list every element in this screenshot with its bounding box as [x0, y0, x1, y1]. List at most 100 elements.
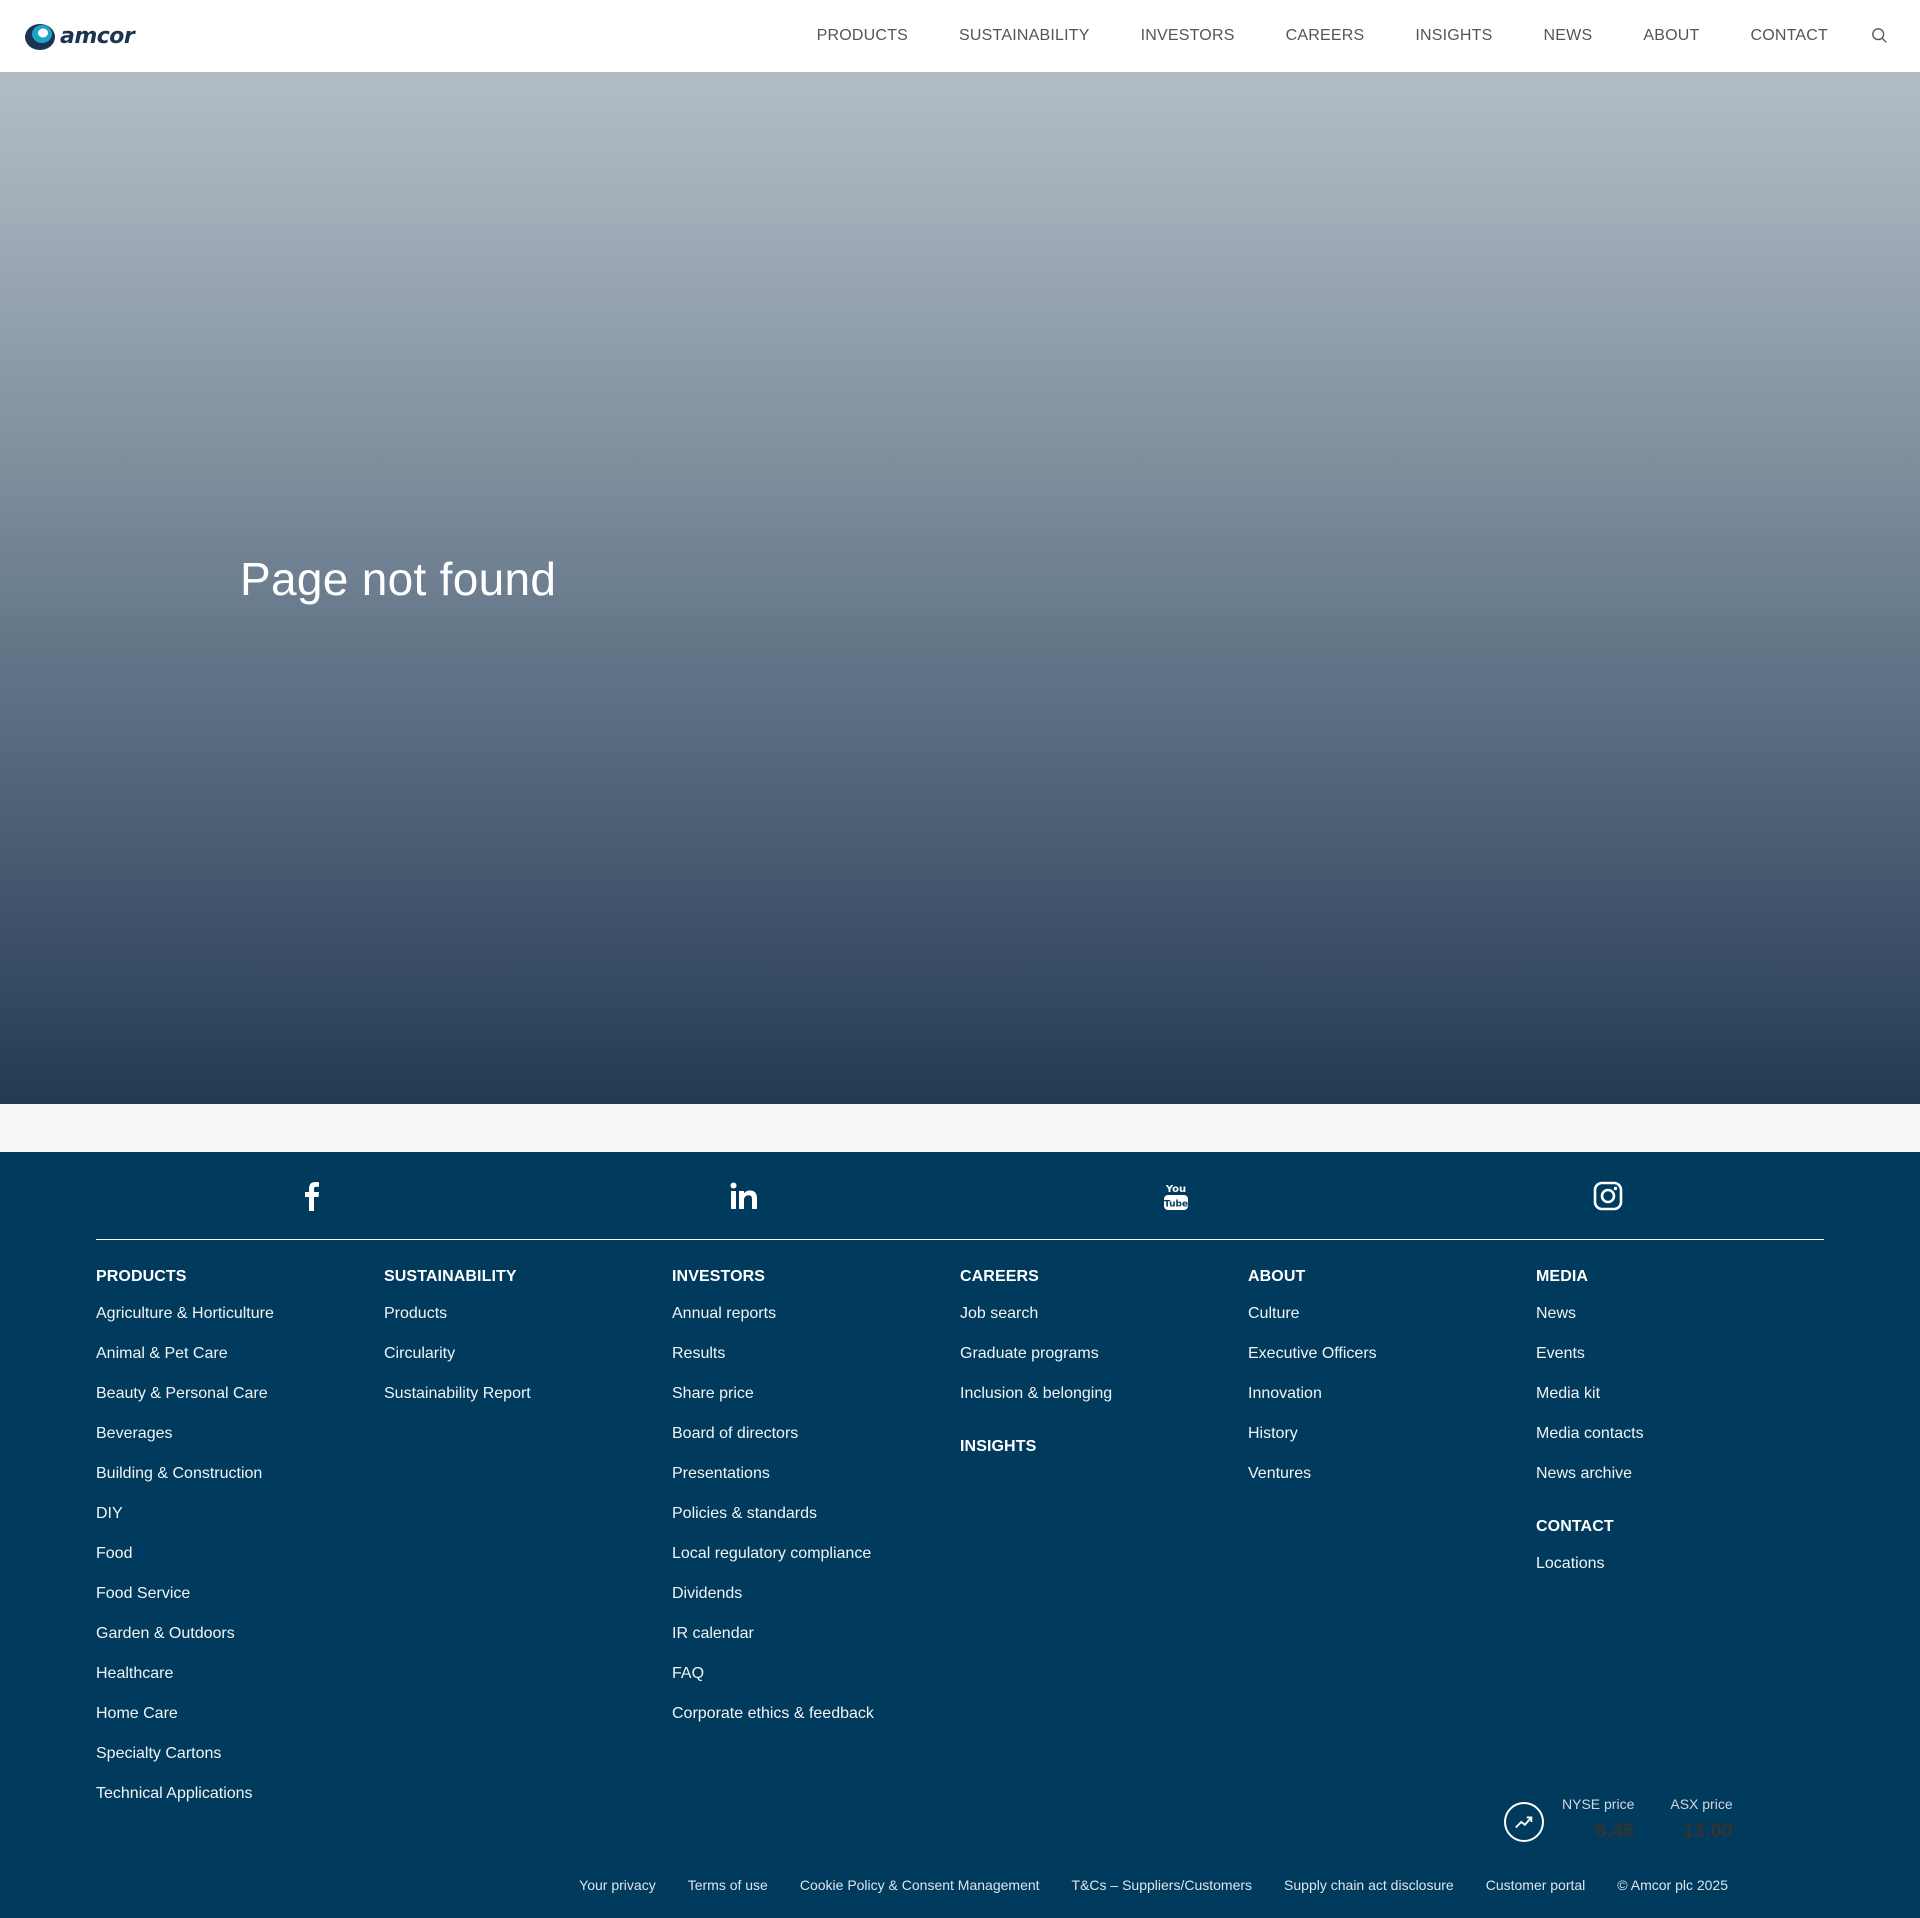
footer-link[interactable]: Policies & standards — [672, 1504, 960, 1544]
footer-heading-careers[interactable]: CAREERS — [960, 1268, 1248, 1286]
legal-link-tcs[interactable]: T&Cs – Suppliers/Customers — [1072, 1877, 1253, 1893]
page-title: Page not found — [240, 553, 557, 605]
nav-sustainability[interactable]: SUSTAINABILITY — [959, 27, 1090, 45]
footer-link[interactable]: Dividends — [672, 1584, 960, 1624]
copyright: © Amcor plc 2025 — [1617, 1877, 1728, 1893]
nav-products[interactable]: PRODUCTS — [817, 27, 908, 45]
footer-link[interactable]: Food — [96, 1544, 384, 1584]
footer-link[interactable]: Building & Construction — [96, 1464, 384, 1504]
footer-link[interactable]: History — [1248, 1424, 1536, 1464]
footer-heading-investors[interactable]: INVESTORS — [672, 1268, 960, 1286]
section-spacer — [0, 1104, 1920, 1152]
footer-link[interactable]: Executive Officers — [1248, 1344, 1536, 1384]
search-icon — [1872, 28, 1887, 43]
footer-link[interactable]: Beauty & Personal Care — [96, 1384, 384, 1424]
svg-text:You: You — [1165, 1184, 1186, 1195]
footer-link[interactable]: Job search — [960, 1304, 1248, 1344]
facebook-link[interactable] — [96, 1152, 528, 1239]
amcor-logo[interactable]: amcor — [24, 20, 135, 52]
footer-link[interactable]: Beverages — [96, 1424, 384, 1464]
footer-col-sustainability: SUSTAINABILITY Products Circularity Sust… — [384, 1268, 672, 1824]
nav-insights[interactable]: INSIGHTS — [1415, 27, 1492, 45]
amcor-logo-icon — [25, 24, 55, 50]
footer-link[interactable]: Board of directors — [672, 1424, 960, 1464]
footer-link[interactable]: Animal & Pet Care — [96, 1344, 384, 1384]
footer-heading-insights[interactable]: INSIGHTS — [960, 1438, 1248, 1456]
main-nav: PRODUCTS SUSTAINABILITY INVESTORS CAREER… — [817, 0, 1920, 72]
footer-heading-products[interactable]: PRODUCTS — [96, 1268, 384, 1286]
footer-link[interactable]: Inclusion & belonging — [960, 1384, 1248, 1424]
site-header: amcor PRODUCTS SUSTAINABILITY INVESTORS … — [0, 0, 1920, 72]
nyse-price: NYSE price 8.46 — [1562, 1794, 1634, 1843]
footer-link[interactable]: Home Care — [96, 1704, 384, 1744]
legal-link-privacy[interactable]: Your privacy — [579, 1877, 656, 1893]
youtube-link[interactable]: You Tube — [960, 1152, 1392, 1239]
footer-col-media: MEDIA News Events Media kit Media contac… — [1536, 1268, 1824, 1824]
footer-col-investors: INVESTORS Annual reports Results Share p… — [672, 1268, 960, 1824]
instagram-icon — [1593, 1181, 1623, 1210]
footer-col-careers: CAREERS Job search Graduate programs Inc… — [960, 1268, 1248, 1824]
footer-heading-sustainability[interactable]: SUSTAINABILITY — [384, 1268, 672, 1286]
footer-heading-contact[interactable]: CONTACT — [1536, 1518, 1824, 1536]
hero-banner: Page not found — [0, 72, 1920, 1104]
footer-link[interactable]: Garden & Outdoors — [96, 1624, 384, 1664]
nav-news[interactable]: NEWS — [1544, 27, 1593, 45]
footer-link[interactable]: Healthcare — [96, 1664, 384, 1704]
footer-link[interactable]: Events — [1536, 1344, 1824, 1384]
footer-link[interactable]: FAQ — [672, 1664, 960, 1704]
legal-link-terms[interactable]: Terms of use — [688, 1877, 768, 1893]
footer-link[interactable]: Specialty Cartons — [96, 1744, 384, 1784]
footer-link[interactable]: Local regulatory compliance — [672, 1544, 960, 1584]
footer-link[interactable]: Agriculture & Horticulture — [96, 1304, 384, 1344]
footer-link[interactable]: Technical Applications — [96, 1784, 384, 1824]
instagram-link[interactable] — [1392, 1152, 1824, 1239]
footer-link[interactable]: DIY — [96, 1504, 384, 1544]
footer-columns: PRODUCTS Agriculture & Horticulture Anim… — [96, 1268, 1824, 1824]
asx-price: ASX price 13.00 — [1670, 1794, 1732, 1843]
facebook-icon — [305, 1181, 319, 1211]
footer-heading-media[interactable]: MEDIA — [1536, 1268, 1824, 1286]
legal-link-cookie-policy[interactable]: Cookie Policy & Consent Management — [800, 1877, 1040, 1893]
footer-link[interactable]: News — [1536, 1304, 1824, 1344]
footer-link[interactable]: Annual reports — [672, 1304, 960, 1344]
stock-prices: NYSE price 8.46 ASX price 13.00 — [1504, 1794, 1733, 1854]
nav-careers[interactable]: CAREERS — [1286, 27, 1365, 45]
footer-link[interactable]: Share price — [672, 1384, 960, 1424]
footer-heading-about[interactable]: ABOUT — [1248, 1268, 1536, 1286]
footer-link[interactable]: News archive — [1536, 1464, 1824, 1504]
footer-link[interactable]: Innovation — [1248, 1384, 1536, 1424]
legal-links: Your privacy Terms of use Cookie Policy … — [547, 1877, 1728, 1893]
footer-link[interactable]: Culture — [1248, 1304, 1536, 1344]
svg-text:Tube: Tube — [1164, 1199, 1188, 1209]
nav-contact[interactable]: CONTACT — [1750, 27, 1828, 45]
youtube-icon: You Tube — [1164, 1184, 1188, 1210]
nav-about[interactable]: ABOUT — [1643, 27, 1699, 45]
logo-text: amcor — [60, 23, 135, 49]
footer-link[interactable]: Sustainability Report — [384, 1384, 672, 1424]
nav-investors[interactable]: INVESTORS — [1141, 27, 1235, 45]
footer-link[interactable]: Media contacts — [1536, 1424, 1824, 1464]
search-button[interactable] — [1870, 26, 1890, 46]
linkedin-icon — [730, 1182, 757, 1209]
nyse-price-value: 8.46 — [1595, 1820, 1635, 1842]
footer-link[interactable]: Locations — [1536, 1554, 1824, 1594]
footer-link[interactable]: Ventures — [1248, 1464, 1536, 1504]
footer-link[interactable]: Presentations — [672, 1464, 960, 1504]
footer-link[interactable]: Graduate programs — [960, 1344, 1248, 1384]
asx-price-label: ASX price — [1670, 1796, 1733, 1812]
footer-col-about: ABOUT Culture Executive Officers Innovat… — [1248, 1268, 1536, 1824]
footer-link[interactable]: Results — [672, 1344, 960, 1384]
asx-price-value: 13.00 — [1682, 1820, 1733, 1842]
footer-link[interactable]: Media kit — [1536, 1384, 1824, 1424]
legal-link-customer-portal[interactable]: Customer portal — [1486, 1877, 1586, 1893]
stock-trend-button[interactable] — [1504, 1802, 1544, 1842]
linkedin-link[interactable] — [528, 1152, 960, 1239]
footer-link[interactable]: Corporate ethics & feedback — [672, 1704, 960, 1744]
footer-link[interactable]: Food Service — [96, 1584, 384, 1624]
footer-col-products: PRODUCTS Agriculture & Horticulture Anim… — [96, 1268, 384, 1824]
footer-link[interactable]: Products — [384, 1304, 672, 1344]
legal-link-supply-chain[interactable]: Supply chain act disclosure — [1284, 1877, 1454, 1893]
footer-link[interactable]: Circularity — [384, 1344, 672, 1384]
trending-up-icon — [1515, 1816, 1533, 1829]
footer-link[interactable]: IR calendar — [672, 1624, 960, 1664]
